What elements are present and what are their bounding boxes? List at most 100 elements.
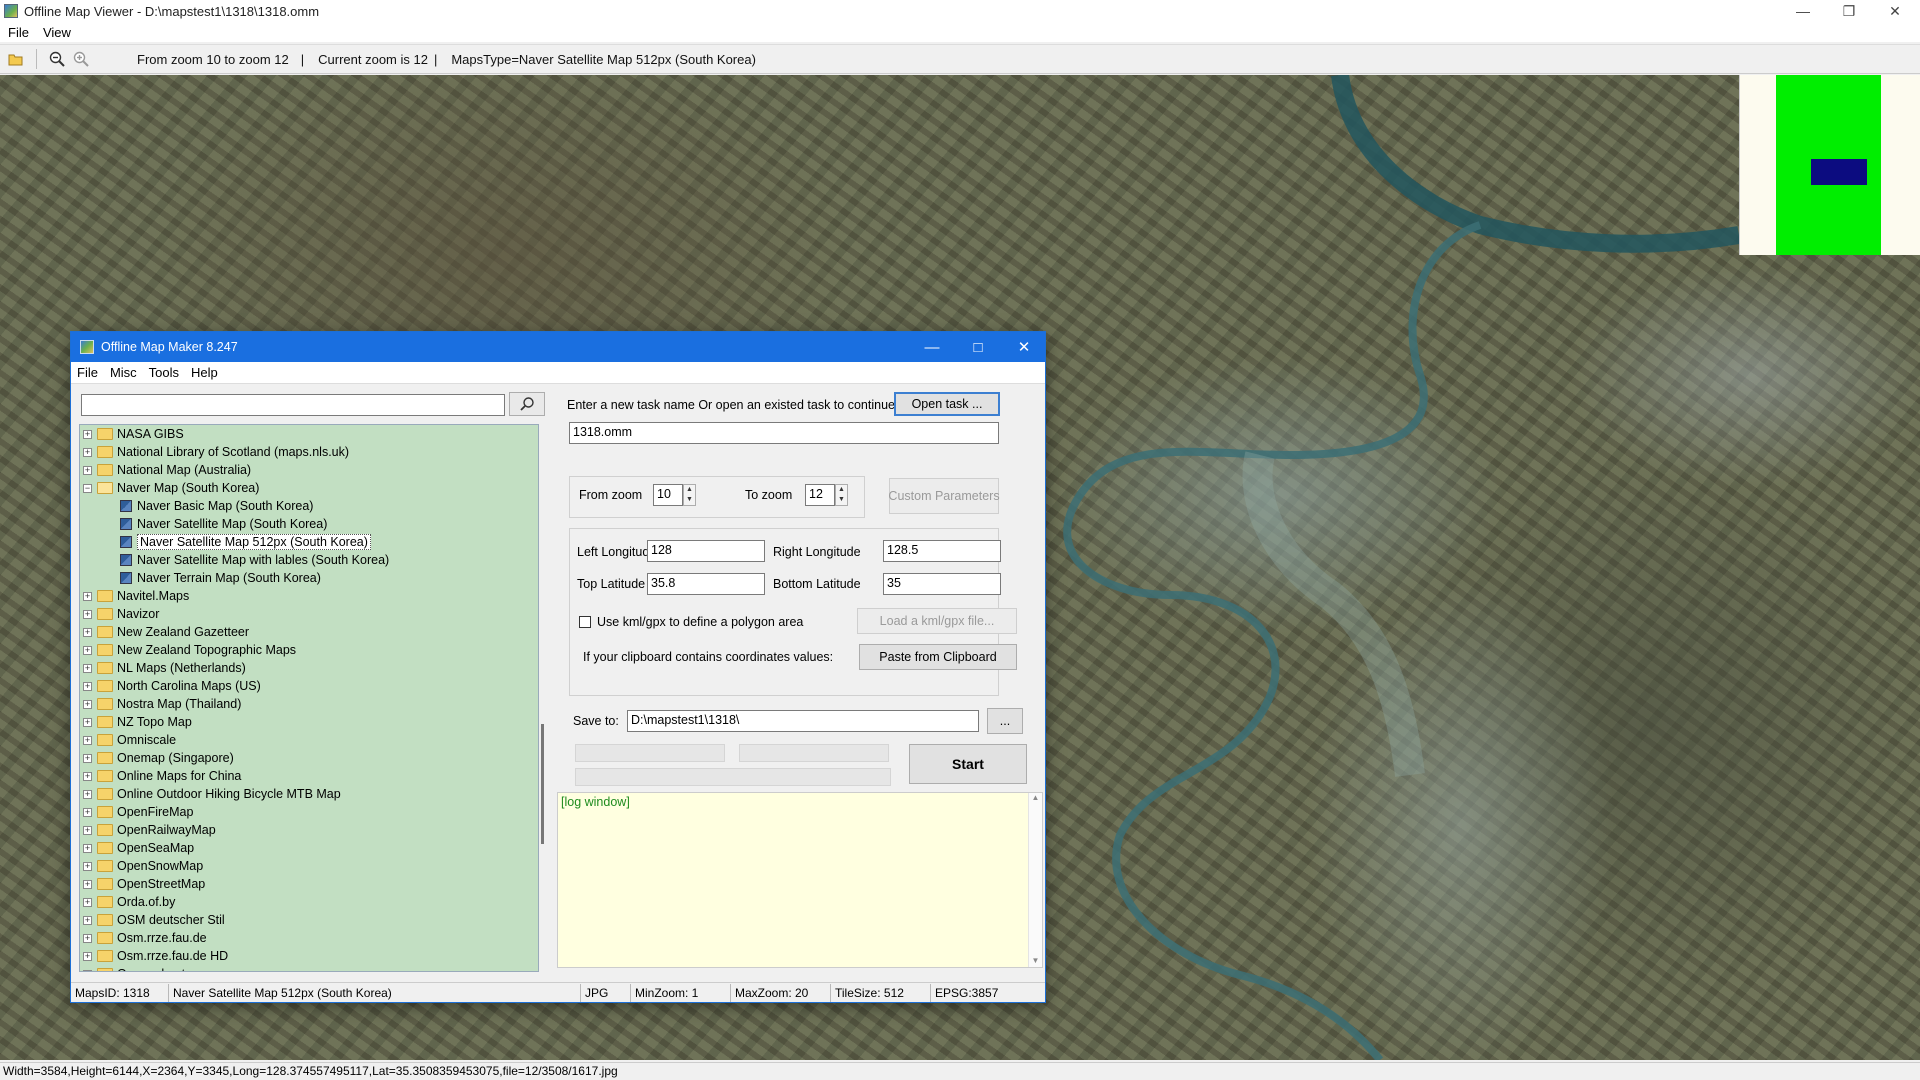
to-zoom-spinner[interactable]: ▲ ▼ bbox=[835, 484, 848, 506]
expand-icon[interactable]: + bbox=[83, 663, 92, 673]
expand-icon[interactable]: + bbox=[83, 951, 92, 961]
left-longitude-input[interactable]: 128 bbox=[647, 540, 765, 562]
dialog-maximize-icon[interactable]: □ bbox=[955, 332, 1001, 362]
use-kml-checkbox[interactable] bbox=[579, 616, 591, 628]
expand-icon[interactable]: + bbox=[83, 429, 92, 439]
open-folder-icon[interactable] bbox=[6, 49, 26, 69]
browse-button[interactable]: ... bbox=[987, 708, 1023, 734]
log-scrollbar[interactable]: ▲ ▼ bbox=[1028, 793, 1042, 967]
tree-item[interactable]: + Online Outdoor Hiking Bicycle MTB Map bbox=[80, 785, 538, 803]
menu-file[interactable]: File bbox=[8, 25, 29, 40]
tree-item[interactable]: + Osm.rrze.fau.de HD bbox=[80, 947, 538, 965]
tree-item[interactable]: + Nostra Map (Thailand) bbox=[80, 695, 538, 713]
tree-item[interactable]: + OpenSeaMap bbox=[80, 839, 538, 857]
tree-item[interactable]: + New Zealand Topographic Maps bbox=[80, 641, 538, 659]
map-source-tree[interactable]: + NASA GIBS + National Library of Scotland … bbox=[79, 424, 539, 972]
overview-minimap[interactable] bbox=[1739, 75, 1920, 255]
tree-item[interactable]: + OSM deutscher Stil bbox=[80, 911, 538, 929]
tree-item[interactable]: Naver Satellite Map (South Korea) bbox=[80, 515, 538, 533]
expand-icon[interactable]: + bbox=[83, 753, 92, 763]
expand-icon[interactable]: + bbox=[83, 915, 92, 925]
expand-icon[interactable]: + bbox=[83, 825, 92, 835]
tree-item[interactable]: + Osm.rrze.fau.de bbox=[80, 929, 538, 947]
close-icon[interactable]: ✕ bbox=[1872, 0, 1918, 22]
dialog-close-icon[interactable]: ✕ bbox=[1001, 332, 1047, 362]
tree-item[interactable]: Naver Satellite Map 512px (South Korea) bbox=[80, 533, 538, 551]
custom-parameters-button[interactable]: Custom Parameters bbox=[888, 478, 1000, 514]
bottom-latitude-input[interactable]: 35 bbox=[883, 573, 1001, 595]
expand-icon[interactable]: + bbox=[83, 807, 92, 817]
map-search-input[interactable] bbox=[81, 394, 505, 416]
tree-item[interactable]: + National Map (Australia) bbox=[80, 461, 538, 479]
tree-item[interactable]: + OpenSnowMap bbox=[80, 857, 538, 875]
log-window[interactable]: [log window] ▲ ▼ bbox=[557, 792, 1043, 968]
expand-icon[interactable]: + bbox=[83, 699, 92, 709]
save-path-input[interactable]: D:\mapstest1\1318\ bbox=[627, 710, 979, 732]
tree-scrollbar[interactable] bbox=[540, 424, 546, 972]
expand-icon[interactable]: + bbox=[83, 717, 92, 727]
tree-item[interactable]: + NL Maps (Netherlands) bbox=[80, 659, 538, 677]
dialog-menu-file[interactable]: File bbox=[77, 365, 98, 380]
zoom-out-icon[interactable] bbox=[47, 49, 67, 69]
tree-item[interactable]: Naver Satellite Map with lables (South K… bbox=[80, 551, 538, 569]
tree-item[interactable]: + NASA GIBS bbox=[80, 425, 538, 443]
start-button[interactable]: Start bbox=[909, 744, 1027, 784]
search-button[interactable] bbox=[509, 392, 545, 416]
tree-item[interactable]: + North Carolina Maps (US) bbox=[80, 677, 538, 695]
tree-item[interactable]: + OpenRailwayMap bbox=[80, 821, 538, 839]
restore-icon[interactable]: ❐ bbox=[1826, 0, 1872, 22]
folder-icon bbox=[97, 806, 113, 818]
tree-item[interactable]: Naver Terrain Map (South Korea) bbox=[80, 569, 538, 587]
to-zoom-input[interactable]: 12 bbox=[805, 484, 835, 506]
tree-item[interactable]: + Navitel.Maps bbox=[80, 587, 538, 605]
tree-item[interactable]: + Online Maps for China bbox=[80, 767, 538, 785]
expand-icon[interactable]: + bbox=[83, 933, 92, 943]
minimap-viewport[interactable] bbox=[1811, 159, 1867, 185]
minimize-icon[interactable]: — bbox=[1780, 0, 1826, 22]
expand-icon[interactable]: + bbox=[83, 591, 92, 601]
expand-icon[interactable]: + bbox=[83, 609, 92, 619]
tree-item[interactable]: + New Zealand Gazetteer bbox=[80, 623, 538, 641]
menu-view[interactable]: View bbox=[43, 25, 71, 40]
tree-item[interactable]: + National Library of Scotland (maps.nls.… bbox=[80, 443, 538, 461]
expand-icon[interactable]: + bbox=[83, 447, 92, 457]
dialog-menu-help[interactable]: Help bbox=[191, 365, 218, 380]
expand-icon[interactable]: + bbox=[83, 969, 92, 971]
tree-item[interactable]: + Onemap (Singapore) bbox=[80, 749, 538, 767]
tree-item[interactable]: + OpenFireMap bbox=[80, 803, 538, 821]
right-longitude-input[interactable]: 128.5 bbox=[883, 540, 1001, 562]
tree-item[interactable]: + Omniscale bbox=[80, 731, 538, 749]
expand-icon[interactable]: + bbox=[83, 465, 92, 475]
paste-clipboard-button[interactable]: Paste from Clipboard bbox=[859, 644, 1017, 670]
expand-icon[interactable]: + bbox=[83, 789, 92, 799]
expand-icon[interactable]: + bbox=[83, 843, 92, 853]
expand-icon[interactable]: + bbox=[83, 771, 92, 781]
tree-scroll-thumb[interactable] bbox=[541, 724, 544, 844]
expand-icon[interactable]: + bbox=[83, 879, 92, 889]
tree-item[interactable]: + OpenStreetMap bbox=[80, 875, 538, 893]
tree-item[interactable]: + Osmand.net bbox=[80, 965, 538, 971]
open-task-button[interactable]: Open task ... bbox=[894, 392, 1000, 416]
zoom-in-icon[interactable] bbox=[71, 49, 91, 69]
tree-item[interactable]: Naver Basic Map (South Korea) bbox=[80, 497, 538, 515]
top-latitude-input[interactable]: 35.8 bbox=[647, 573, 765, 595]
from-zoom-input[interactable]: 10 bbox=[653, 484, 683, 506]
expand-icon[interactable]: + bbox=[83, 681, 92, 691]
tree-item[interactable]: + Orda.of.by bbox=[80, 893, 538, 911]
task-name-input[interactable]: 1318.omm bbox=[569, 422, 999, 444]
expand-icon[interactable]: + bbox=[83, 627, 92, 637]
dialog-menu-tools[interactable]: Tools bbox=[149, 365, 179, 380]
expand-icon[interactable]: + bbox=[83, 735, 92, 745]
dialog-menu-misc[interactable]: Misc bbox=[110, 365, 137, 380]
expand-icon[interactable]: + bbox=[83, 861, 92, 871]
folder-icon bbox=[97, 932, 113, 944]
tree-item[interactable]: + NZ Topo Map bbox=[80, 713, 538, 731]
tree-item[interactable]: + Navizor bbox=[80, 605, 538, 623]
collapse-icon[interactable]: − bbox=[83, 483, 92, 493]
from-zoom-spinner[interactable]: ▲ ▼ bbox=[683, 484, 696, 506]
dialog-minimize-icon[interactable]: — bbox=[909, 332, 955, 362]
expand-icon[interactable]: + bbox=[83, 897, 92, 907]
load-kml-button[interactable]: Load a kml/gpx file... bbox=[857, 608, 1017, 634]
tree-item[interactable]: − Naver Map (South Korea) bbox=[80, 479, 538, 497]
expand-icon[interactable]: + bbox=[83, 645, 92, 655]
